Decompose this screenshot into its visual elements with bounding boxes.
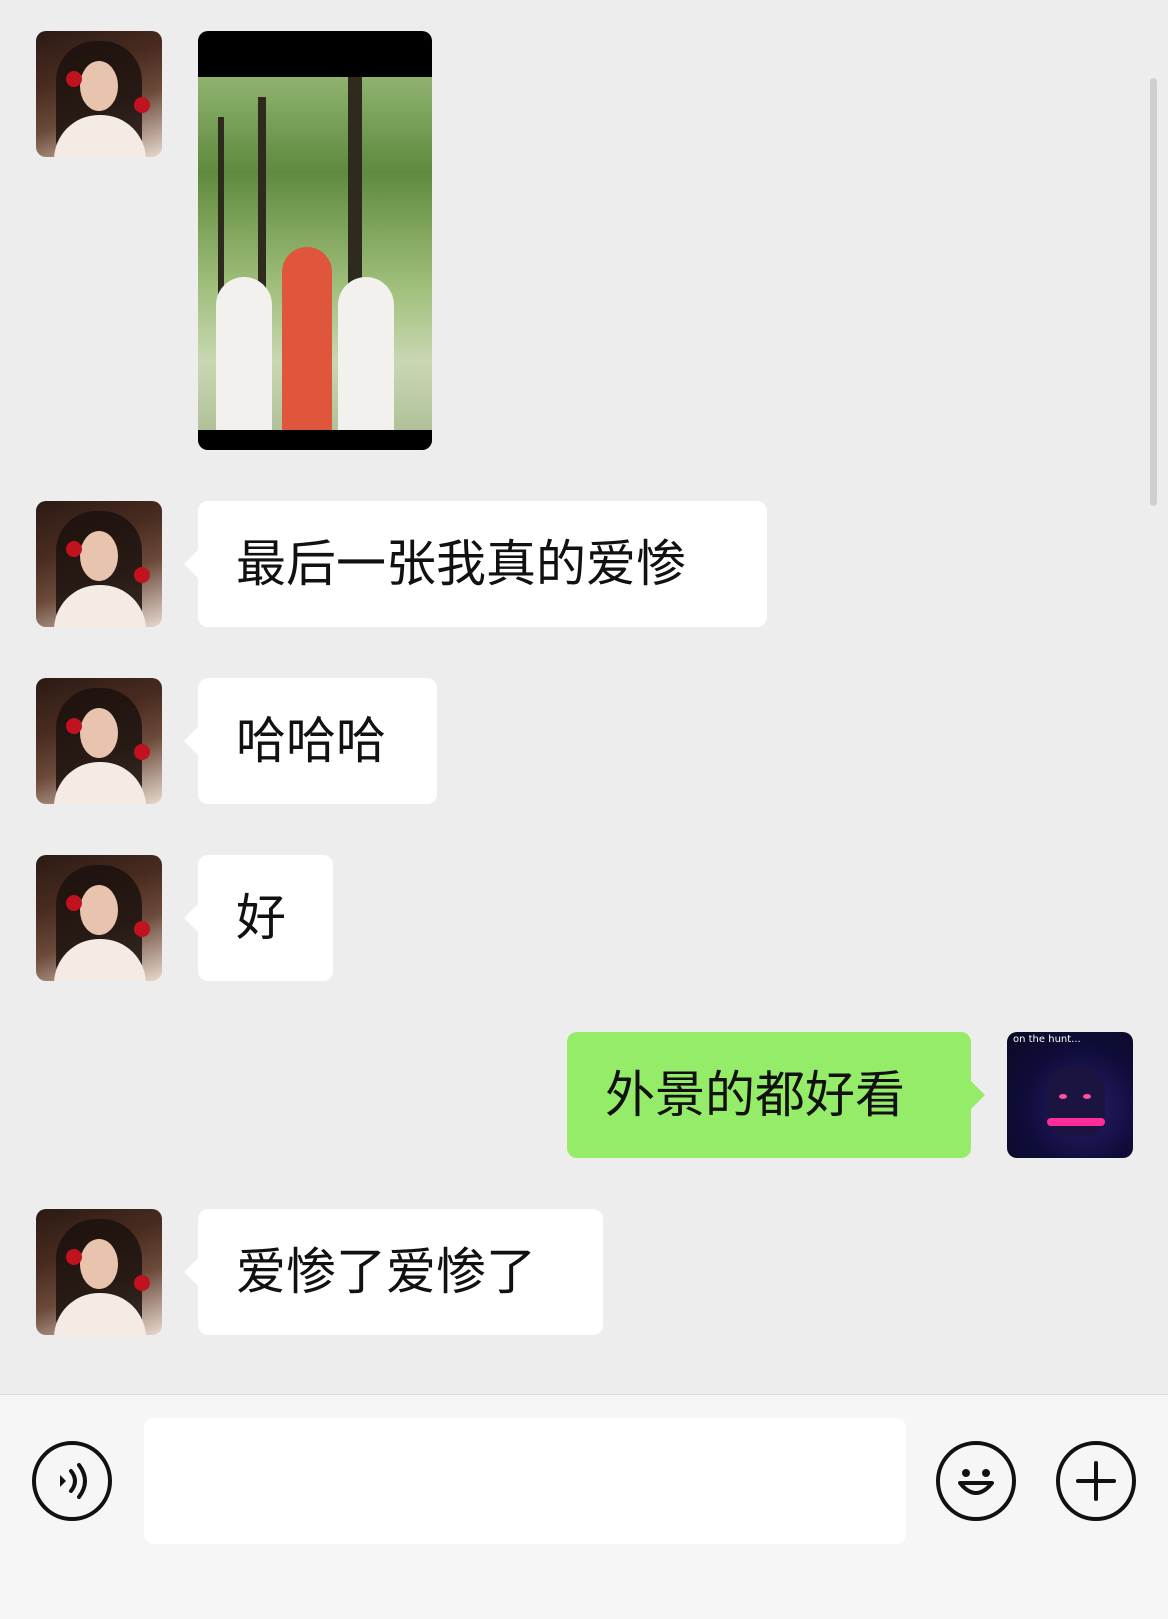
voice-icon — [60, 1463, 87, 1499]
message-bubble-incoming[interactable]: 好 — [184, 855, 333, 981]
contact-avatar[interactable] — [36, 1209, 162, 1335]
emoji-icon — [958, 1469, 994, 1495]
image-message[interactable] — [198, 31, 432, 450]
emoji-button[interactable] — [936, 1441, 1016, 1521]
contact-avatar[interactable] — [36, 501, 162, 627]
chat-message-list[interactable]: 最后一张我真的爱惨 哈哈哈 好 外景的都好看 on the hunt... 爱惨… — [0, 0, 1168, 1394]
contact-avatar[interactable] — [36, 31, 162, 157]
input-bar — [0, 1394, 1168, 1619]
more-button[interactable] — [1056, 1441, 1136, 1521]
message-bubble-incoming[interactable]: 最后一张我真的爱惨 — [184, 501, 767, 627]
avatar-caption: on the hunt... — [1013, 1034, 1081, 1045]
message-bubble-outgoing[interactable]: 外景的都好看 — [567, 1032, 985, 1158]
plus-icon — [1076, 1461, 1116, 1501]
voice-button[interactable] — [32, 1441, 112, 1521]
my-avatar[interactable]: on the hunt... — [1007, 1032, 1133, 1158]
contact-avatar[interactable] — [36, 855, 162, 981]
message-bubble-incoming[interactable]: 哈哈哈 — [184, 678, 437, 804]
message-input[interactable] — [144, 1418, 906, 1544]
message-bubble-incoming[interactable]: 爱惨了爱惨了 — [184, 1209, 603, 1335]
scrollbar[interactable] — [1150, 78, 1157, 506]
contact-avatar[interactable] — [36, 678, 162, 804]
